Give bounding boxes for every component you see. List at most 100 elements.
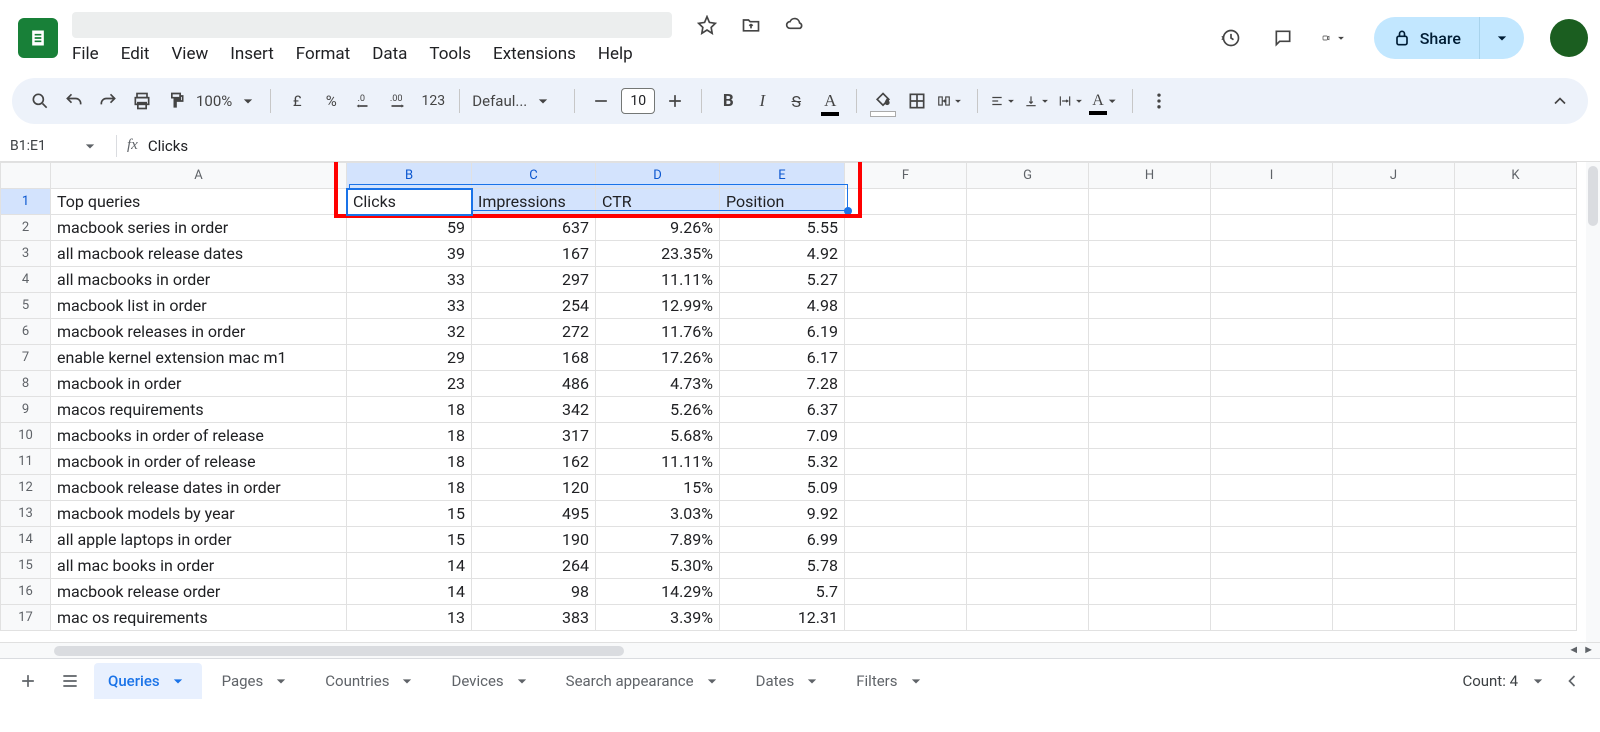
cell[interactable] [1455,345,1577,371]
all-sheets-icon[interactable] [52,663,88,699]
cell[interactable]: 23 [347,371,472,397]
cell[interactable]: 6.19 [720,319,845,345]
cell[interactable] [1089,215,1211,241]
cell[interactable]: 120 [472,475,596,501]
meet-icon[interactable] [1322,25,1348,51]
menu-file[interactable]: File [72,44,99,64]
cell[interactable] [967,241,1089,267]
cell[interactable] [1333,553,1455,579]
cell[interactable]: all macbooks in order [51,267,347,293]
row-header[interactable]: 15 [1,553,51,579]
cell[interactable]: 15 [347,501,472,527]
formula-input[interactable]: Clicks [148,137,188,155]
cell[interactable] [1333,501,1455,527]
cell[interactable] [1211,241,1333,267]
column-header-C[interactable]: C [472,163,596,189]
cell[interactable]: 5.55 [720,215,845,241]
cell[interactable]: 59 [347,215,472,241]
cell[interactable]: 3.39% [596,605,720,631]
cell[interactable]: 5.32 [720,449,845,475]
cell[interactable] [1455,397,1577,423]
cell[interactable] [845,449,967,475]
cell[interactable] [1211,553,1333,579]
cell[interactable]: 5.26% [596,397,720,423]
menu-edit[interactable]: Edit [121,44,150,64]
cell[interactable] [1089,475,1211,501]
menu-extensions[interactable]: Extensions [493,44,576,64]
name-box[interactable]: B1:E1 [10,136,106,156]
cell[interactable] [1089,241,1211,267]
cell[interactable]: 5.27 [720,267,845,293]
cell[interactable]: 168 [472,345,596,371]
cell[interactable]: 486 [472,371,596,397]
column-header-D[interactable]: D [596,163,720,189]
side-panel-toggle-icon[interactable] [1554,663,1590,699]
cell[interactable]: 18 [347,397,472,423]
cell[interactable] [1455,475,1577,501]
history-icon[interactable] [1218,25,1244,51]
cell[interactable] [1211,267,1333,293]
cell[interactable] [1211,579,1333,605]
vertical-align-icon[interactable] [1024,87,1052,115]
cell[interactable] [845,579,967,605]
row-header[interactable]: 3 [1,241,51,267]
cell[interactable]: macbooks in order of release [51,423,347,449]
cell[interactable] [1089,189,1211,215]
cell[interactable]: 15% [596,475,720,501]
row-header[interactable]: 11 [1,449,51,475]
cell[interactable] [1211,319,1333,345]
cell[interactable]: all apple laptops in order [51,527,347,553]
column-header-H[interactable]: H [1089,163,1211,189]
sheet-tab[interactable]: Queries [94,663,202,699]
cell[interactable]: 14.29% [596,579,720,605]
cell[interactable]: macbook list in order [51,293,347,319]
cell[interactable]: 637 [472,215,596,241]
cell[interactable]: Impressions [472,189,596,215]
cell[interactable] [1455,605,1577,631]
chevron-down-icon[interactable] [802,671,822,691]
row-header[interactable]: 8 [1,371,51,397]
cell[interactable] [1211,397,1333,423]
share-dropdown[interactable] [1480,28,1524,48]
cell[interactable] [967,267,1089,293]
more-toolbar-icon[interactable] [1145,87,1173,115]
cell[interactable]: 18 [347,449,472,475]
cell[interactable]: CTR [596,189,720,215]
cell[interactable]: 14 [347,553,472,579]
cell[interactable] [845,475,967,501]
cell[interactable]: 264 [472,553,596,579]
currency-format-icon[interactable]: £ [283,87,311,115]
cell[interactable] [1333,215,1455,241]
cell[interactable] [967,501,1089,527]
cell[interactable] [845,527,967,553]
italic-icon[interactable]: I [748,87,776,115]
cell[interactable] [1333,449,1455,475]
cell[interactable] [1333,371,1455,397]
column-header-E[interactable]: E [720,163,845,189]
cell[interactable] [1089,397,1211,423]
cell[interactable] [1455,449,1577,475]
text-wrap-icon[interactable] [1058,87,1086,115]
cell[interactable]: 11.11% [596,267,720,293]
cell[interactable] [1333,293,1455,319]
cell[interactable]: 7.89% [596,527,720,553]
print-icon[interactable] [128,87,156,115]
fill-color-icon[interactable] [869,87,897,115]
cell[interactable]: 342 [472,397,596,423]
cell[interactable] [1455,319,1577,345]
row-header[interactable]: 10 [1,423,51,449]
status-count[interactable]: Count: 4 [1462,671,1548,691]
horizontal-align-icon[interactable] [990,87,1018,115]
select-all-corner[interactable] [1,163,51,189]
cell[interactable] [1455,371,1577,397]
cell[interactable]: 12.99% [596,293,720,319]
cell[interactable] [1089,423,1211,449]
cell[interactable]: 5.30% [596,553,720,579]
cell[interactable] [1455,293,1577,319]
row-header[interactable]: 6 [1,319,51,345]
cell[interactable] [1455,423,1577,449]
cell[interactable] [967,319,1089,345]
column-header-J[interactable]: J [1333,163,1455,189]
menu-help[interactable]: Help [598,44,633,64]
cell[interactable] [1333,527,1455,553]
